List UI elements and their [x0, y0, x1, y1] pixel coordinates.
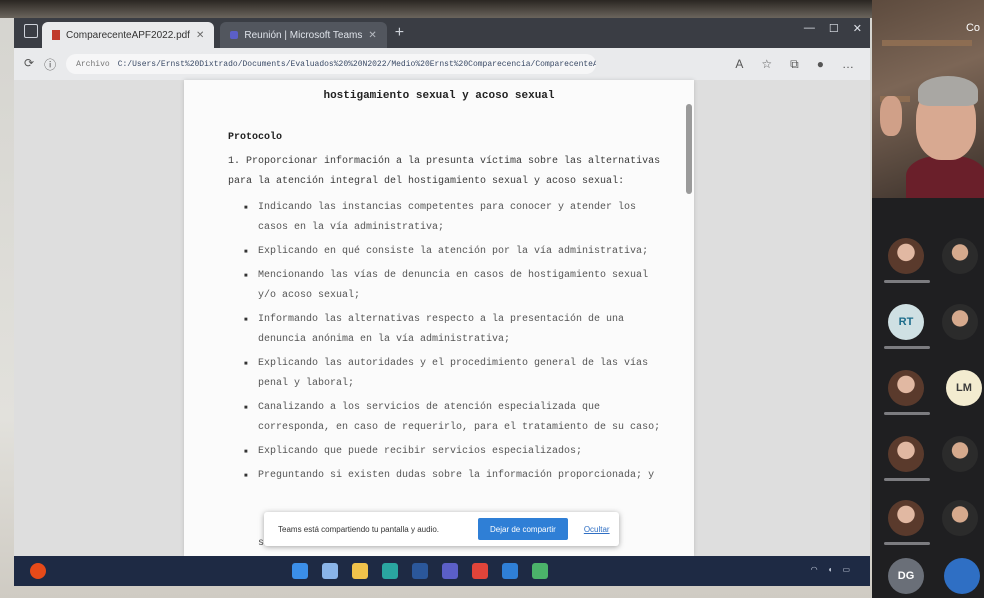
list-item: Explicando las autoridades y el procedim… [244, 354, 664, 394]
participant-avatar[interactable] [944, 558, 980, 594]
tab-teams[interactable]: Reunión | Microsoft Teams ✕ [220, 22, 387, 48]
participant-avatar[interactable] [942, 238, 978, 274]
top-edge [0, 0, 984, 18]
teams-app-icon[interactable] [442, 563, 458, 579]
numbered-item: 1. Proporcionar información a la presunt… [228, 156, 661, 187]
list-item: Explicando en qué consiste la atención p… [244, 242, 664, 262]
speaker-name: Co [965, 22, 980, 34]
speaker-hand [880, 96, 902, 136]
reload-icon[interactable]: ⟳ [24, 56, 34, 73]
participant-name [884, 542, 930, 545]
participant-avatar[interactable] [888, 500, 924, 536]
participant-avatar[interactable] [942, 304, 978, 340]
browser-tab-strip: ComparecenteAPF2022.pdf ✕ Reunión | Micr… [14, 14, 870, 48]
address-bar: ⟳ ⓘ Archivo C:/Users/Ernst%20Dixtrado/Do… [14, 48, 870, 81]
participant-avatar[interactable]: RT [888, 304, 924, 340]
notification-text: Teams está compartiendo tu pantalla y au… [278, 524, 439, 534]
app-icon[interactable] [532, 563, 548, 579]
toolbar-right: A ☆ ⧉ ● … [735, 57, 854, 72]
url-prefix: Archivo [76, 59, 110, 69]
participant-avatar[interactable] [942, 436, 978, 472]
pdf-icon [52, 30, 60, 40]
participant-avatar[interactable] [888, 370, 924, 406]
more-icon[interactable]: … [842, 57, 854, 72]
stop-sharing-button[interactable]: Dejar de compartir [478, 518, 568, 540]
bullet-list: Indicando las instancias competentes par… [244, 198, 664, 490]
teams-icon [230, 31, 239, 39]
section-heading: Protocolo [228, 132, 283, 143]
video-call-panel: Co RT LM DG [872, 0, 984, 598]
participant-avatar[interactable] [942, 500, 978, 536]
start-icon[interactable] [30, 563, 46, 579]
tab-label: Reunión | Microsoft Teams [244, 29, 363, 41]
list-item: Preguntando si existen dudas sobre la in… [244, 466, 664, 486]
speaker-body [906, 156, 984, 198]
window-controls: — ☐ ✕ [804, 22, 862, 35]
participant-avatar[interactable] [888, 238, 924, 274]
maximize-icon[interactable]: ☐ [829, 22, 839, 35]
screen-share-notification: Teams está compartiendo tu pantalla y au… [264, 512, 619, 546]
pdf-viewer: hostigamiento sexual y acoso sexual Prot… [14, 80, 870, 556]
participant-name [884, 346, 930, 349]
list-item: Informando las alternativas respecto a l… [244, 310, 664, 350]
document-title: hostigamiento sexual y acoso sexual [323, 90, 555, 102]
read-aloud-icon[interactable]: A [735, 57, 743, 72]
system-tray: ◠ ◖ ▭ [811, 565, 850, 574]
participant-avatar[interactable]: DG [888, 558, 924, 594]
outlook-icon[interactable] [502, 563, 518, 579]
list-item: Mencionando las vías de denuncia en caso… [244, 266, 664, 306]
nav-buttons: ⟳ ⓘ [24, 56, 56, 73]
url-text: C:/Users/Ernst%20Dixtrado/Documents/Eval… [117, 59, 597, 69]
profile-icon[interactable]: ● [817, 57, 824, 72]
pdf-page: hostigamiento sexual y acoso sexual Prot… [184, 80, 694, 556]
participant-avatar[interactable]: LM [946, 370, 982, 406]
list-item: Explicando que puede recibir servicios e… [244, 442, 664, 462]
explorer-icon[interactable] [352, 563, 368, 579]
taskbar: ◠ ◖ ▭ [14, 556, 870, 586]
monitor-screen: ComparecenteAPF2022.pdf ✕ Reunión | Micr… [14, 14, 870, 586]
speaker-hair [918, 76, 978, 106]
search-icon[interactable] [322, 563, 338, 579]
participant-name [884, 280, 930, 283]
close-icon[interactable]: ✕ [368, 30, 376, 41]
tab-label: ComparecenteAPF2022.pdf [66, 29, 190, 41]
info-icon[interactable]: ⓘ [44, 56, 56, 73]
list-item: Canalizando a los servicios de atención … [244, 398, 664, 438]
favorite-icon[interactable]: ☆ [761, 57, 772, 72]
volume-icon[interactable]: ◖ [828, 565, 833, 574]
word-icon[interactable] [412, 563, 428, 579]
chrome-icon[interactable] [472, 563, 488, 579]
tab-pdf[interactable]: ComparecenteAPF2022.pdf ✕ [42, 22, 215, 48]
participant-name [884, 478, 930, 481]
close-window-icon[interactable]: ✕ [853, 22, 862, 35]
taskbar-apps [292, 563, 548, 579]
scrollbar-thumb[interactable] [686, 104, 692, 194]
list-item: Indicando las instancias competentes par… [244, 198, 664, 238]
scrollbar[interactable] [686, 84, 692, 544]
edge-icon[interactable] [382, 563, 398, 579]
bookshelf [882, 40, 972, 46]
minimize-icon[interactable]: — [804, 22, 815, 35]
speaker-video: Co [872, 0, 984, 198]
wifi-icon[interactable]: ◠ [811, 565, 818, 574]
participant-name [884, 412, 930, 415]
url-field[interactable]: Archivo C:/Users/Ernst%20Dixtrado/Docume… [66, 54, 597, 74]
new-tab-button[interactable]: + [395, 24, 404, 48]
participant-avatar[interactable] [888, 436, 924, 472]
collections-icon[interactable]: ⧉ [790, 57, 799, 72]
sidebar-toggle-icon[interactable] [24, 24, 38, 38]
battery-icon[interactable]: ▭ [842, 565, 850, 574]
hide-link[interactable]: Ocultar [584, 525, 610, 534]
windows-icon[interactable] [292, 563, 308, 579]
close-icon[interactable]: ✕ [196, 30, 204, 41]
